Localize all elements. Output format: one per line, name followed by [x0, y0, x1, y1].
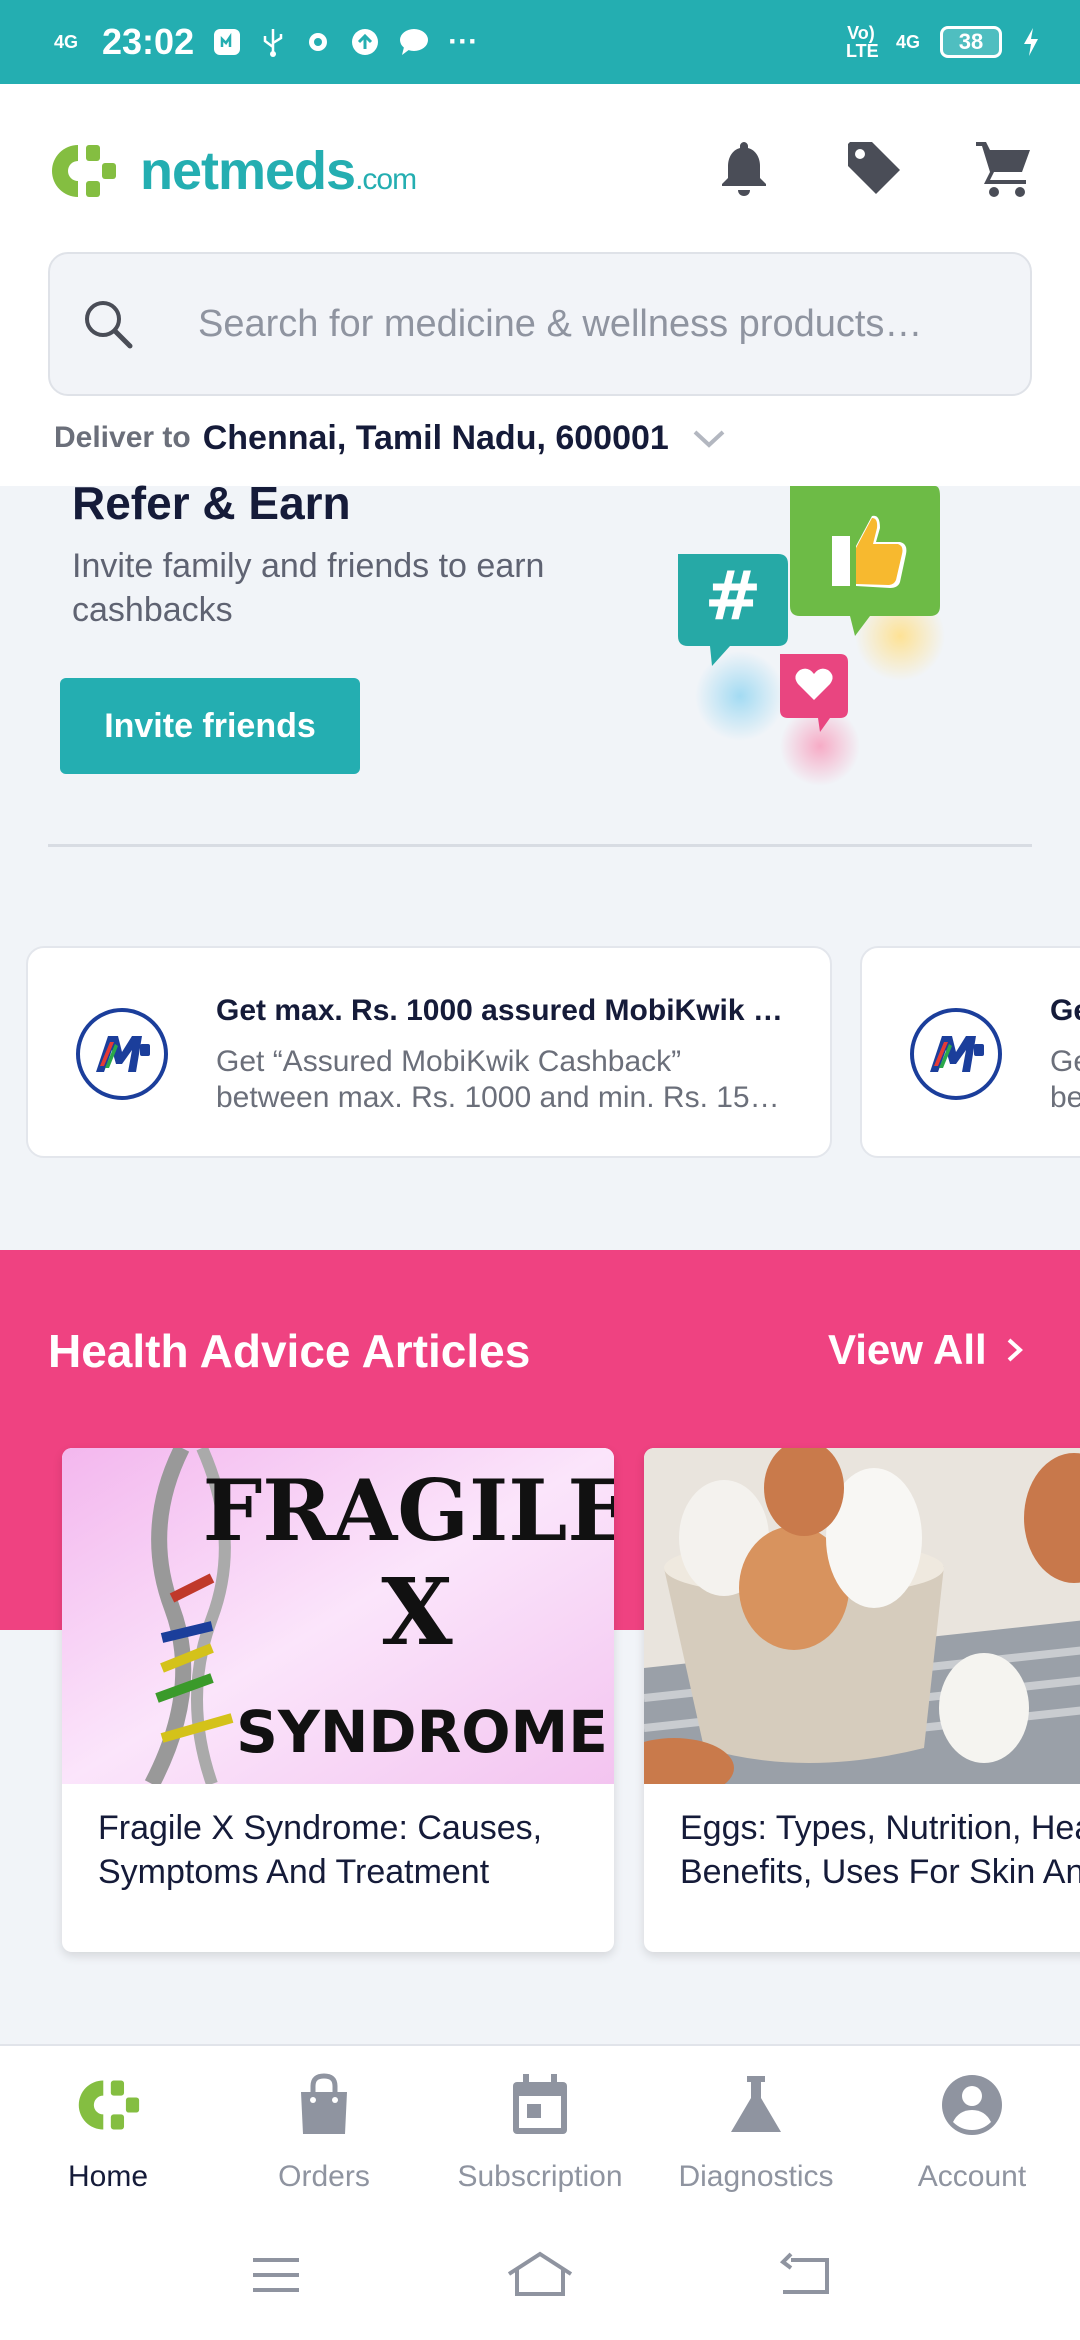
article-image-text-1: FRAGILE: [203, 1461, 614, 1560]
health-advice-title: Health Advice Articles: [48, 1325, 531, 1377]
charging-icon: [1024, 28, 1038, 56]
nav-label: Account: [917, 2160, 1027, 2193]
article-caption: Fragile X Syndrome: Causes, Symptoms And…: [98, 1809, 543, 1891]
deliver-to-label: Deliver to: [54, 421, 191, 454]
mobikwik-logo-icon: [910, 1008, 1002, 1100]
volte-indicator: Vo) LTE: [845, 23, 879, 61]
logo-wordmark: netmeds.com: [140, 141, 417, 201]
offer-card[interactable]: Get Get be: [860, 946, 1080, 1158]
article-image-text-2: X: [381, 1558, 453, 1666]
offer-card[interactable]: Get max. Rs. 1000 assured MobiKwik Cashb…: [26, 946, 832, 1158]
svg-text:#: #: [705, 557, 762, 636]
refer-subtitle: Invite family and friends to earn cashba…: [72, 547, 545, 629]
article-image-fragile-x: FRAGILE X SYNDROME: [62, 1448, 614, 1784]
nav-label: Orders: [278, 2160, 370, 2193]
chevron-right-icon: [1007, 1338, 1023, 1362]
netmeds-logo[interactable]: netmeds.com: [48, 140, 417, 202]
settings-status-icon: [309, 33, 328, 51]
view-all-link[interactable]: View All: [828, 1326, 1027, 1374]
article-card[interactable]: FRAGILE X SYNDROME Fragile X Syndrome: C…: [62, 1448, 614, 1952]
nav-orders[interactable]: Orders: [216, 2046, 432, 2210]
refer-title: Refer & Earn: [72, 477, 351, 529]
nav-home[interactable]: Home: [0, 2046, 216, 2210]
account-icon: [942, 2075, 1002, 2135]
usb-icon: [263, 29, 283, 57]
offers-tag-icon[interactable]: [842, 136, 906, 200]
nav-label: Home: [67, 2160, 149, 2193]
network-indicator-right: 4G: [895, 32, 920, 52]
nav-label: Diagnostics: [678, 2160, 834, 2193]
system-navigation-bar: [0, 2210, 1080, 2340]
calendar-icon: [513, 2074, 567, 2134]
chevron-down-icon: [693, 430, 725, 448]
invite-friends-button[interactable]: Invite friends: [60, 678, 360, 774]
mobikwik-logo-icon: [76, 1008, 168, 1100]
netmeds-logo-icon: [52, 145, 116, 197]
status-time: 23:02: [102, 21, 195, 62]
article-card[interactable]: Eggs: Types, Nutrition, Health Benefits,…: [644, 1448, 1080, 1952]
menu-icon[interactable]: [247, 2246, 305, 2304]
deliver-to-selector[interactable]: Deliver to Chennai, Tamil Nadu, 600001: [54, 418, 729, 458]
upload-icon: [352, 29, 379, 55]
bottom-navigation: Home Orders Subscription Diagnostics Acc…: [0, 2044, 1080, 2210]
cart-icon[interactable]: [972, 136, 1036, 200]
flask-icon: [731, 2076, 781, 2132]
chat-bubble-icon: [400, 29, 429, 55]
offer-description: Get be: [1050, 1045, 1080, 1114]
network-indicator-left: 4G: [54, 32, 79, 52]
offer-title: Get max. Rs. 1000 assured MobiKwik Cashb…: [216, 994, 796, 1027]
battery-indicator: 38: [940, 26, 1002, 58]
more-notifications-icon: ···: [448, 25, 479, 58]
search-placeholder: Search for medicine & wellness products…: [198, 302, 923, 345]
article-caption: Eggs: Types, Nutrition, Health Benefits,…: [680, 1809, 1080, 1891]
search-icon: [85, 301, 133, 349]
home-system-icon[interactable]: [505, 2246, 575, 2304]
back-icon[interactable]: [775, 2246, 833, 2304]
nav-label: Subscription: [457, 2160, 623, 2193]
offer-title: Get: [1050, 994, 1080, 1027]
nav-account[interactable]: Account: [864, 2046, 1080, 2210]
home-icon: [78, 2080, 140, 2130]
search-bar[interactable]: Search for medicine & wellness products…: [48, 252, 1032, 396]
bag-icon: [301, 2073, 347, 2134]
nav-subscription[interactable]: Subscription: [432, 2046, 648, 2210]
status-bar: 4G 23:02 ··· Vo) LTE 4G 38: [0, 0, 1080, 84]
offer-description: Get “Assured MobiKwik Cashback” between …: [216, 1045, 796, 1114]
notification-app-icon: [214, 29, 241, 55]
social-illustration-icon: #: [678, 486, 945, 786]
deliver-location: Chennai, Tamil Nadu, 600001: [202, 418, 669, 457]
nav-diagnostics[interactable]: Diagnostics: [648, 2046, 864, 2210]
section-divider: [48, 844, 1032, 847]
app-header: netmeds.com Search for medicine & wellne…: [0, 84, 1080, 486]
bell-icon[interactable]: [712, 136, 776, 200]
article-image-text-3: SYNDROME: [236, 1698, 608, 1766]
article-image-eggs: [644, 1448, 1080, 1784]
